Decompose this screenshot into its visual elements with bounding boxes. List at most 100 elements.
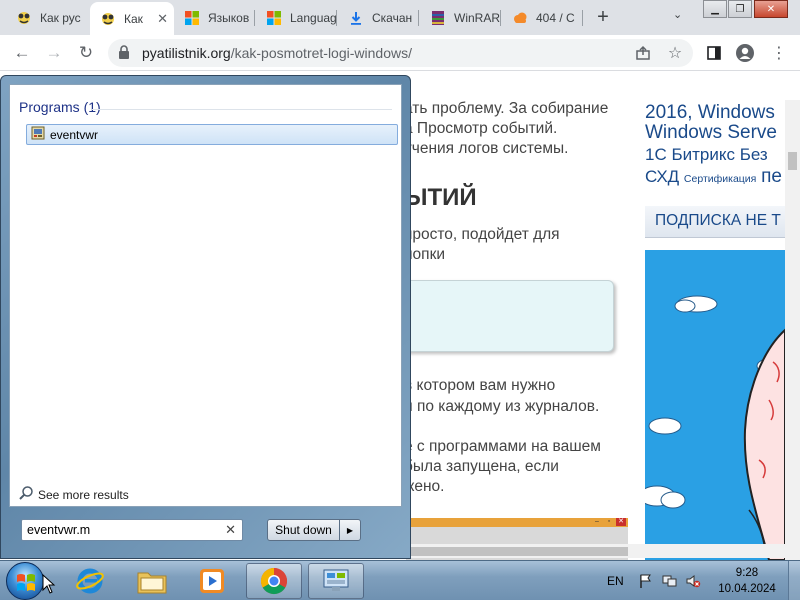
face-icon <box>16 10 32 26</box>
lock-icon[interactable] <box>118 45 130 63</box>
close-tab-icon[interactable]: ✕ <box>157 11 168 27</box>
clock-time: 9:28 <box>735 567 759 579</box>
tab-search-chevron-icon[interactable]: ⌄ <box>673 8 682 21</box>
minimize-button[interactable]: ▁ <box>703 0 727 18</box>
address-bar[interactable]: pyatilistnik.org/kak-posmotret-logi-wind… <box>108 39 693 67</box>
article-text: в котором вам нужно <box>404 377 556 394</box>
flag-notification-icon[interactable] <box>638 561 654 600</box>
browser-menu-icon[interactable]: ⋮ <box>768 42 790 64</box>
clock-date: 10.04.2024 <box>718 583 776 595</box>
tab-title: Как <box>124 11 143 26</box>
taskbar: EN 9:28 10.04.2024 <box>0 560 800 600</box>
event-viewer-icon <box>31 126 45 143</box>
show-desktop-button[interactable] <box>788 561 800 600</box>
folder-icon <box>137 572 167 594</box>
back-arrow-icon[interactable]: ← <box>12 43 32 63</box>
clear-search-icon[interactable]: ✕ <box>225 522 236 538</box>
subscribe-button[interactable]: ПОДПИСКА НЕ Т <box>645 206 785 238</box>
profile-avatar-icon[interactable] <box>734 42 756 64</box>
note-box <box>400 280 614 352</box>
tab-title: 404 / С <box>536 10 575 25</box>
start-button[interactable] <box>6 562 44 600</box>
forward-arrow-icon[interactable]: → <box>44 43 64 63</box>
clock[interactable]: 9:28 10.04.2024 <box>712 565 782 597</box>
windows-flag-icon <box>17 574 35 591</box>
tab-title: Languag <box>290 10 336 25</box>
article-text: е с программами на вашем <box>404 438 601 455</box>
tab-3[interactable]: Языков <box>174 3 254 32</box>
sidebar-tag-row: СХД Сертификация пе <box>645 166 782 188</box>
sidebar-tag[interactable]: 2016, Windows <box>645 102 775 124</box>
cloud-icon <box>512 10 528 26</box>
article-text: просто, подойдет для <box>404 226 560 243</box>
maximize-button[interactable]: ❐ <box>728 0 752 18</box>
face-icon <box>100 11 116 27</box>
reload-icon[interactable]: ↻ <box>76 43 96 63</box>
sidebar-comic-image <box>645 250 785 560</box>
sidebar-tag[interactable]: пе <box>761 166 782 187</box>
network-icon[interactable] <box>662 561 678 600</box>
internet-explorer-icon <box>76 568 104 594</box>
winrar-icon <box>430 10 446 26</box>
see-more-results-label: See more results <box>38 487 129 502</box>
sidebar-tag[interactable]: Сертификация <box>684 173 756 185</box>
share-icon[interactable] <box>632 42 654 64</box>
start-menu: Programs (1) eventvwr See more results ✕… <box>0 75 411 559</box>
internet-explorer-taskbar-button[interactable] <box>62 563 118 599</box>
section-divider <box>92 109 392 110</box>
scrollbar-thumb[interactable] <box>400 547 628 556</box>
windows-logo-icon <box>184 10 200 26</box>
windows-logo-icon <box>266 10 282 26</box>
search-result-eventvwr[interactable]: eventvwr <box>26 124 398 145</box>
chrome-icon <box>260 567 288 595</box>
bookmark-star-icon[interactable]: ☆ <box>664 42 686 64</box>
article-text: была запущена, если <box>404 458 559 475</box>
magnifier-icon <box>18 485 34 504</box>
search-results-pane: Programs (1) eventvwr See more results <box>9 84 402 507</box>
media-player-taskbar-button[interactable] <box>184 563 240 599</box>
article-text: и по каждому из журналов. <box>404 398 600 415</box>
tab-1[interactable]: Как рус <box>6 3 90 32</box>
tab-7[interactable]: 404 / С <box>502 3 582 32</box>
article-heading: ЫТИЙ <box>404 184 477 211</box>
close-window-button[interactable]: ✕ <box>754 0 788 18</box>
side-panel-icon[interactable] <box>703 42 725 64</box>
tab-2-active[interactable]: Как ✕ <box>90 2 174 35</box>
mouse-cursor-icon <box>42 573 56 597</box>
search-result-label: eventvwr <box>50 127 99 142</box>
tab-title: WinRAR <box>454 10 500 25</box>
volume-muted-icon[interactable] <box>685 561 701 600</box>
sidebar-tag[interactable]: Windows Serve <box>645 122 777 144</box>
vertical-scrollbar[interactable] <box>785 100 800 560</box>
browser-toolbar: ← → ↻ pyatilistnik.org/kak-posmotret-log… <box>0 35 800 71</box>
language-indicator[interactable]: EN <box>607 561 624 600</box>
start-search-box[interactable]: ✕ <box>21 519 243 541</box>
shutdown-button[interactable]: Shut down <box>267 519 340 541</box>
tab-6[interactable]: WinRAR <box>420 3 500 32</box>
download-icon <box>348 10 364 26</box>
sidebar-tag[interactable]: СХД <box>645 167 679 186</box>
article-text: а Просмотр событий. <box>404 120 558 137</box>
see-more-results-link[interactable]: See more results <box>18 485 129 504</box>
article-text: учения логов системы. <box>404 140 569 157</box>
tab-title: Языков <box>208 10 250 25</box>
article-text: ать проблему. За собирание <box>404 100 609 117</box>
tab-4[interactable]: Languag <box>256 3 336 32</box>
chrome-taskbar-button[interactable] <box>246 563 302 599</box>
control-panel-icon <box>323 569 349 591</box>
shutdown-options-arrow-icon[interactable]: ▶ <box>339 519 361 541</box>
horizontal-scrollbar[interactable] <box>400 544 785 558</box>
tab-5[interactable]: Скачан <box>338 3 418 32</box>
browser-tab-strip: Как рус Как ✕ Языков Languag Скачан WinR… <box>0 0 800 35</box>
file-explorer-taskbar-button[interactable] <box>124 563 180 599</box>
new-tab-button[interactable]: + <box>592 6 614 29</box>
tab-title: Как рус <box>40 10 81 25</box>
url-text[interactable]: pyatilistnik.org/kak-posmotret-logi-wind… <box>142 45 412 61</box>
sidebar-tag[interactable]: 1С Битрикс Без <box>645 145 768 165</box>
start-search-input[interactable] <box>27 522 217 538</box>
control-panel-taskbar-button[interactable] <box>308 563 364 599</box>
media-player-icon <box>200 569 224 593</box>
tab-title: Скачан <box>372 10 413 25</box>
programs-section-header: Programs (1) <box>19 99 101 115</box>
scrollbar-thumb[interactable] <box>788 152 797 170</box>
